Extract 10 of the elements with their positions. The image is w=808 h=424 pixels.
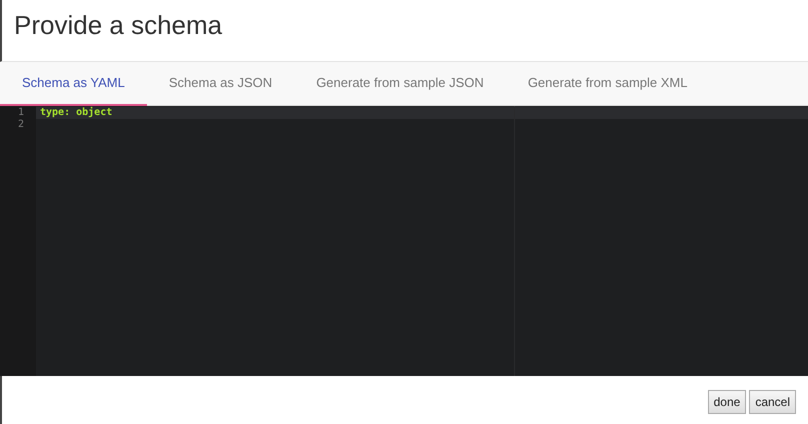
done-button[interactable]: done xyxy=(708,390,746,414)
line-number: 1 xyxy=(18,107,24,118)
dialog-title: Provide a schema xyxy=(14,10,224,42)
code-line: type: object xyxy=(40,107,112,118)
code-editor[interactable]: 1 2 type: object xyxy=(0,106,808,376)
line-number: 2 xyxy=(18,119,24,130)
cancel-button[interactable]: cancel xyxy=(749,390,796,414)
tab[interactable]: Schema as JSON xyxy=(146,62,294,106)
tab[interactable]: Generate from sample JSON xyxy=(294,62,506,106)
tab[interactable]: Generate from sample XML xyxy=(506,62,710,106)
